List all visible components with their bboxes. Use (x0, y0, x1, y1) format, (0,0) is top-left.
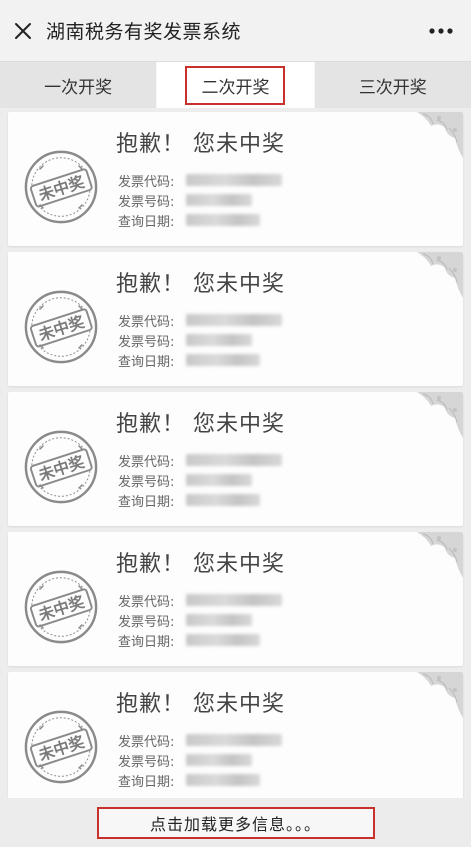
result-card: 未中奖 抱歉！ 您未中奖 发票代码: 发票号码: 查询日期: (8, 112, 463, 246)
redacted-value (186, 494, 260, 506)
query-date-label: 查询日期: (118, 214, 175, 230)
invoice-code-label: 发票代码: (118, 314, 175, 330)
invoice-code-label: 发票代码: (118, 174, 175, 190)
query-date-label: 查询日期: (118, 354, 175, 370)
not-winning-stamp-icon: 未中奖 (24, 150, 98, 224)
tab-third-draw[interactable]: 三次开奖 (315, 62, 471, 108)
not-winning-stamp-icon: 未中奖 (24, 710, 98, 784)
query-date-row: 查询日期: (118, 490, 282, 510)
result-title: 抱歉！ 您未中奖 (116, 692, 285, 717)
redacted-value (186, 174, 282, 186)
invoice-number-row: 发票号码: (118, 750, 282, 770)
result-title: 抱歉！ 您未中奖 (116, 412, 285, 437)
invoice-number-label: 发票号码: (118, 334, 175, 350)
redacted-value (186, 334, 252, 346)
result-card: 未中奖 抱歉！ 您未中奖 发票代码: 发票号码: 查询日期: (8, 392, 463, 526)
query-date-row: 查询日期: (118, 770, 282, 790)
invoice-code-label: 发票代码: (118, 734, 175, 750)
tab-label: 三次开奖 (358, 77, 427, 98)
query-date-label: 查询日期: (118, 774, 175, 790)
redacted-value (186, 774, 260, 786)
tab-label: 二次开奖 (185, 65, 286, 105)
result-card: 未中奖 抱歉！ 您未中奖 发票代码: 发票号码: 查询日期: (8, 532, 463, 666)
not-winning-stamp-icon: 未中奖 (24, 570, 98, 644)
footer: 点击加载更多信息。。。 (0, 798, 471, 847)
invoice-details: 发票代码: 发票号码: 查询日期: (118, 170, 282, 230)
corner-ornament-icon (417, 252, 463, 298)
query-date-row: 查询日期: (118, 350, 282, 370)
not-winning-stamp-icon: 未中奖 (24, 290, 98, 364)
app-title: 湖南税务有奖发票系统 (46, 21, 242, 43)
invoice-code-label: 发票代码: (118, 594, 175, 610)
load-more-button[interactable]: 点击加载更多信息。。。 (96, 806, 375, 839)
invoice-number-row: 发票号码: (118, 330, 282, 350)
tab-second-draw[interactable]: 二次开奖 (157, 62, 315, 108)
invoice-number-label: 发票号码: (118, 614, 175, 630)
corner-ornament-icon (417, 112, 463, 158)
close-button[interactable] (0, 0, 46, 62)
invoice-code-row: 发票代码: (118, 590, 282, 610)
invoice-code-row: 发票代码: (118, 730, 282, 750)
redacted-value (186, 594, 282, 606)
invoice-details: 发票代码: 发票号码: 查询日期: (118, 730, 282, 790)
result-card: 未中奖 抱歉！ 您未中奖 发票代码: 发票号码: 查询日期: (8, 672, 463, 806)
redacted-value (186, 314, 282, 326)
redacted-value (186, 734, 282, 746)
redacted-value (186, 754, 252, 766)
redacted-value (186, 474, 252, 486)
redacted-value (186, 634, 260, 646)
not-winning-stamp-icon: 未中奖 (24, 430, 98, 504)
query-date-row: 查询日期: (118, 630, 282, 650)
redacted-value (186, 194, 252, 206)
invoice-number-label: 发票号码: (118, 754, 175, 770)
invoice-code-row: 发票代码: (118, 450, 282, 470)
query-date-row: 查询日期: (118, 210, 282, 230)
corner-ornament-icon (417, 392, 463, 438)
invoice-number-row: 发票号码: (118, 470, 282, 490)
result-title: 抱歉！ 您未中奖 (116, 272, 285, 297)
close-icon (15, 22, 31, 39)
invoice-number-row: 发票号码: (118, 610, 282, 630)
result-title: 抱歉！ 您未中奖 (116, 132, 285, 157)
more-button[interactable] (425, 18, 457, 44)
redacted-value (186, 454, 282, 466)
redacted-value (186, 354, 260, 366)
query-date-label: 查询日期: (118, 634, 175, 650)
result-title: 抱歉！ 您未中奖 (116, 552, 285, 577)
invoice-number-row: 发票号码: (118, 190, 282, 210)
invoice-details: 发票代码: 发票号码: 查询日期: (118, 590, 282, 650)
redacted-value (186, 614, 252, 626)
tab-label: 一次开奖 (44, 77, 113, 98)
invoice-number-label: 发票号码: (118, 474, 175, 490)
query-date-label: 查询日期: (118, 494, 175, 510)
corner-ornament-icon (417, 532, 463, 578)
redacted-value (186, 214, 260, 226)
invoice-number-label: 发票号码: (118, 194, 175, 210)
more-dots-icon (429, 28, 453, 34)
draw-tabs: 一次开奖 二次开奖 三次开奖 (0, 62, 471, 108)
tab-first-draw[interactable]: 一次开奖 (0, 62, 158, 108)
invoice-details: 发票代码: 发票号码: 查询日期: (118, 310, 282, 370)
invoice-code-row: 发票代码: (118, 170, 282, 190)
corner-ornament-icon (417, 672, 463, 718)
invoice-code-label: 发票代码: (118, 454, 175, 470)
result-card: 未中奖 抱歉！ 您未中奖 发票代码: 发票号码: 查询日期: (8, 252, 463, 386)
invoice-code-row: 发票代码: (118, 310, 282, 330)
result-list: 未中奖 抱歉！ 您未中奖 发票代码: 发票号码: 查询日期: 未中奖 抱歉！ 您… (8, 112, 463, 812)
top-bar: 湖南税务有奖发票系统 (0, 0, 471, 62)
invoice-details: 发票代码: 发票号码: 查询日期: (118, 450, 282, 510)
